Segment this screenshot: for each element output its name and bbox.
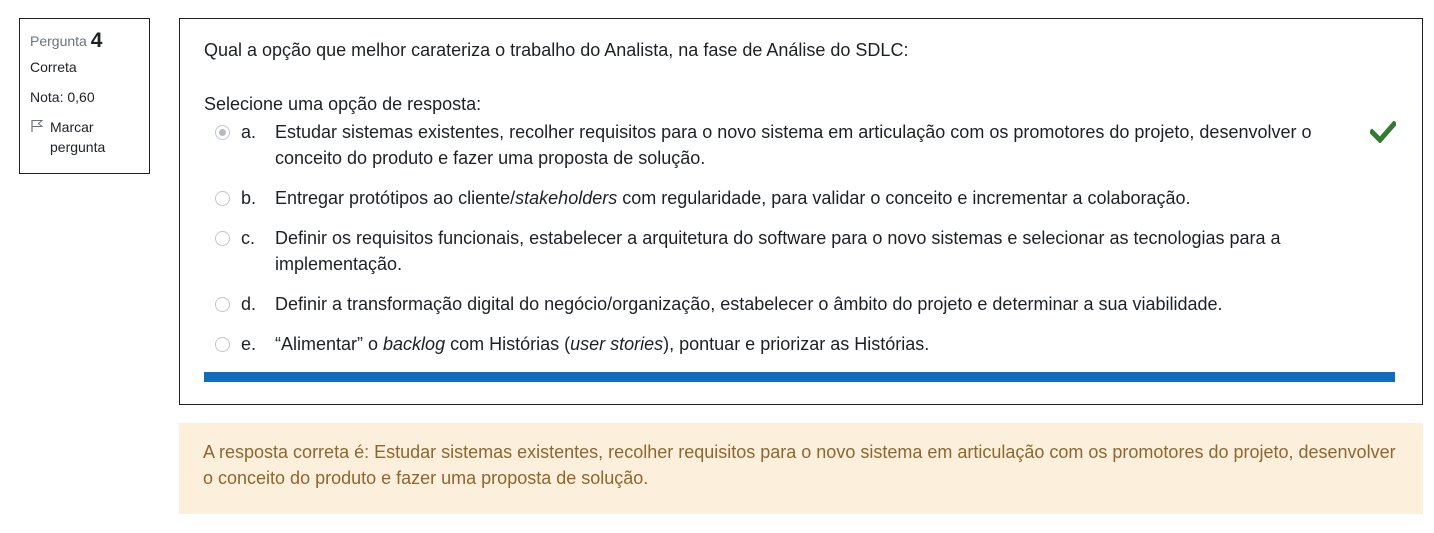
correct-check-icon — [1370, 121, 1396, 143]
option-letter: c. — [241, 228, 256, 248]
answer-option-a[interactable]: a. Estudar sistemas existentes, recolher… — [204, 119, 1396, 171]
question-number: 4 — [90, 29, 103, 52]
option-letter: a. — [241, 122, 257, 142]
question-number-line: Pergunta 4 — [30, 29, 139, 52]
answer-option-c[interactable]: c. Definir os requisitos funcionais, est… — [204, 225, 1396, 277]
question-state: Correta — [30, 59, 77, 75]
option-letter: b. — [241, 188, 257, 208]
option-letter: d. — [241, 294, 257, 314]
radio-button-a[interactable] — [215, 125, 230, 140]
option-text: “Alimentar” o backlog com Histórias (use… — [275, 334, 930, 354]
flag-question-label: Marcar pergunta — [50, 119, 106, 155]
radio-button-e[interactable] — [215, 337, 230, 352]
option-letter: e. — [241, 334, 257, 354]
radio-button-c[interactable] — [215, 231, 230, 246]
radio-button-d[interactable] — [215, 297, 230, 312]
question-grade: Nota: 0,60 — [30, 89, 95, 105]
answer-option-e[interactable]: e. “Alimentar” o backlog com Histórias (… — [204, 331, 1396, 357]
feedback-right-answer: A resposta correta é: Estudar sistemas e… — [179, 423, 1423, 514]
question-text: Qual a opção que melhor carateriza o tra… — [204, 40, 909, 60]
radio-button-b[interactable] — [215, 191, 230, 206]
question-info-panel: Pergunta 4 Correta Nota: 0,60 Marcar per… — [19, 18, 150, 174]
question-label: Pergunta — [30, 33, 87, 49]
progress-bar — [204, 372, 1395, 382]
answer-prompt: Selecione uma opção de resposta: — [204, 94, 482, 114]
answer-options: a. Estudar sistemas existentes, recolher… — [204, 119, 1396, 371]
answer-option-d[interactable]: d. Definir a transformação digital do ne… — [204, 291, 1396, 317]
answer-option-b[interactable]: b. Entregar protótipos ao cliente/stakeh… — [204, 185, 1396, 211]
question-formulation: Qual a opção que melhor carateriza o tra… — [179, 18, 1423, 405]
flag-icon — [31, 120, 44, 132]
option-text: Entregar protótipos ao cliente/stakehold… — [275, 188, 1191, 208]
option-text: Definir os requisitos funcionais, estabe… — [275, 228, 1281, 274]
option-text: Estudar sistemas existentes, recolher re… — [275, 122, 1312, 168]
flag-question-button[interactable]: Marcar pergunta — [30, 117, 139, 157]
option-text: Definir a transformação digital do negóc… — [275, 294, 1223, 314]
